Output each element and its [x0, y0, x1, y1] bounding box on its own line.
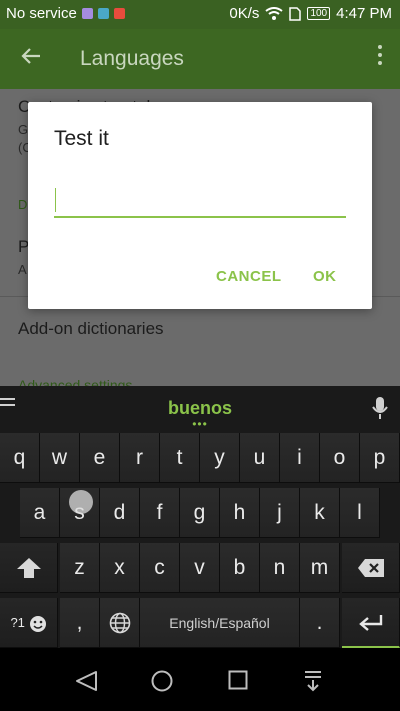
key-d[interactable]: d [100, 488, 140, 538]
network-speed: 0K/s [229, 5, 260, 22]
recents-square-icon[interactable] [228, 670, 248, 690]
key-f[interactable]: f [140, 488, 180, 538]
space-label: English/Español [169, 615, 270, 631]
key-j[interactable]: j [260, 488, 300, 538]
symbols-label: ?1 [10, 615, 25, 630]
back-arrow-icon[interactable] [20, 45, 42, 67]
key-y[interactable]: y [200, 433, 240, 483]
key-z[interactable]: z [60, 543, 100, 593]
comma-label: , [76, 611, 83, 634]
comma-key[interactable]: , … [60, 598, 100, 665]
test-input[interactable] [54, 184, 346, 218]
keyboard: buenos ••• q w e r t y u i o p a s d f g… [0, 386, 400, 665]
key-b[interactable]: b [220, 543, 260, 593]
notification-pull-icon[interactable] [303, 670, 323, 692]
cancel-button[interactable]: CANCEL [216, 268, 282, 285]
key-e[interactable]: e [80, 433, 120, 483]
back-triangle-icon[interactable] [74, 670, 98, 692]
period-key[interactable]: . … [300, 598, 340, 665]
battery-indicator: 100 [307, 7, 331, 20]
key-p[interactable]: p [360, 433, 400, 483]
key-v[interactable]: v [180, 543, 220, 593]
key-w[interactable]: w [40, 433, 80, 483]
key-u[interactable]: u [240, 433, 280, 483]
shift-icon [16, 558, 41, 578]
page-title: Languages [80, 47, 184, 70]
carrier-text: No service [6, 5, 77, 22]
key-o[interactable]: o [320, 433, 360, 483]
text-cursor [55, 188, 56, 212]
navigation-bar [0, 648, 400, 711]
symbols-key[interactable]: ?1 … [0, 598, 58, 665]
app-notification-icon [81, 8, 93, 19]
shift-key[interactable] [0, 543, 58, 593]
settings-category-header: D [18, 197, 28, 212]
key-h[interactable]: h [220, 488, 260, 538]
mic-icon[interactable] [372, 396, 388, 420]
language-key[interactable] [100, 598, 140, 648]
suggestion-more-dots: ••• [192, 417, 208, 431]
key-c[interactable]: c [140, 543, 180, 593]
key-r[interactable]: r [120, 433, 160, 483]
app-notification-icon [97, 8, 109, 19]
key-t[interactable]: t [160, 433, 200, 483]
settings-item-summary: A [18, 262, 27, 277]
key-x[interactable]: x [100, 543, 140, 593]
enter-key[interactable] [342, 598, 400, 648]
key-n[interactable]: n [260, 543, 300, 593]
app-bar: Languages [0, 29, 400, 89]
key-g[interactable]: g [180, 488, 220, 538]
wifi-icon [265, 6, 284, 20]
key-m[interactable]: m [300, 543, 340, 593]
touch-indicator [69, 490, 93, 514]
emoji-icon [29, 615, 46, 632]
ok-button[interactable]: OK [313, 268, 337, 285]
test-it-dialog: Test it CANCEL OK [28, 102, 372, 309]
period-label: . [316, 611, 323, 634]
backspace-icon [357, 559, 384, 577]
key-q[interactable]: q [0, 433, 40, 483]
status-bar: No service 0K/s 100 4:47 PM [0, 0, 400, 29]
backspace-key[interactable] [342, 543, 400, 593]
key-l[interactable]: l [340, 488, 380, 538]
key-k[interactable]: k [300, 488, 340, 538]
suggestion-word[interactable]: buenos [0, 398, 400, 419]
more-vert-icon[interactable] [378, 45, 382, 69]
key-a[interactable]: a [20, 488, 60, 538]
home-circle-icon[interactable] [151, 670, 173, 692]
clock: 4:47 PM [336, 5, 392, 22]
settings-item-summary: G [18, 122, 29, 137]
space-key[interactable]: English/Español … [140, 598, 300, 665]
enter-icon [358, 615, 382, 631]
dialog-title: Test it [54, 127, 109, 150]
suggestion-strip: buenos ••• [0, 386, 400, 431]
globe-icon [109, 612, 130, 634]
sim-icon [289, 6, 302, 21]
key-i[interactable]: i [280, 433, 320, 483]
settings-item-add-on-dictionaries[interactable]: Add-on dictionaries [18, 319, 164, 339]
play-store-notification-icon [113, 8, 125, 19]
